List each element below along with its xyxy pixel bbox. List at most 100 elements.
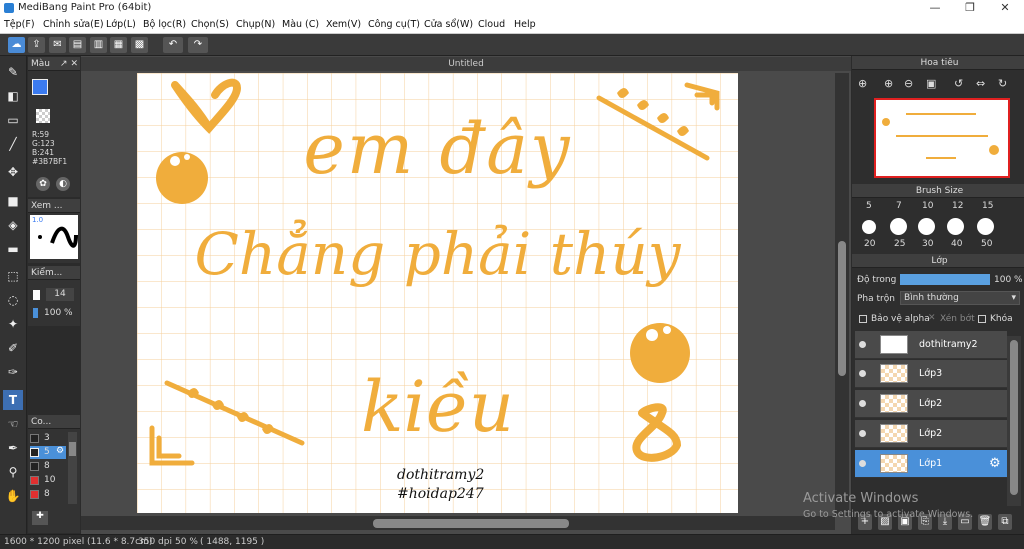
brush-size-label[interactable]: 25 bbox=[894, 239, 905, 249]
flip-icon[interactable]: ⇔ bbox=[976, 77, 985, 90]
tile-icon[interactable]: ▩ bbox=[131, 37, 148, 53]
brush-size-label[interactable]: 20 bbox=[864, 239, 875, 249]
brush-size-label[interactable]: 7 bbox=[896, 201, 902, 211]
fit-icon[interactable]: ▣ bbox=[926, 77, 936, 90]
select-pen-icon[interactable]: ✐ bbox=[3, 338, 23, 358]
cloud-icon[interactable]: ☁ bbox=[8, 37, 25, 53]
zoom-in-icon[interactable]: ⊕ bbox=[858, 77, 867, 90]
gear-icon[interactable]: ⚙ bbox=[56, 446, 64, 456]
brush-size-label[interactable]: 12 bbox=[952, 201, 963, 211]
export-icon[interactable]: ⇪ bbox=[28, 37, 45, 53]
redo-icon[interactable]: ↷ bbox=[188, 37, 208, 53]
brush-size-label[interactable]: 15 bbox=[982, 201, 993, 211]
layer-row[interactable]: Lớp3 bbox=[855, 360, 1007, 388]
layer-row-selected[interactable]: Lớp1 ⚙ bbox=[855, 450, 1007, 478]
operation-tool-icon[interactable]: ☜ bbox=[3, 414, 23, 434]
panel-close-icon[interactable]: ↗ ✕ bbox=[60, 57, 78, 71]
magic-wand-icon[interactable]: ✦ bbox=[3, 314, 23, 334]
visibility-icon[interactable] bbox=[859, 370, 866, 377]
lasso-tool-icon[interactable]: ◌ bbox=[3, 290, 23, 310]
zoom-in-icon[interactable]: ⊕ bbox=[884, 77, 893, 90]
navigator-thumbnail[interactable] bbox=[874, 98, 1010, 178]
brush-size-label[interactable]: 40 bbox=[951, 239, 962, 249]
brush-size-label[interactable]: 10 bbox=[922, 201, 933, 211]
blend-mode-select[interactable]: Bình thường ▾ bbox=[900, 291, 1020, 305]
color-list-scrollbar[interactable] bbox=[68, 432, 77, 504]
rectangle-tool-icon[interactable]: ▭ bbox=[3, 110, 23, 130]
clipping-icon[interactable]: ✕ bbox=[928, 313, 936, 323]
dropper-tool-icon[interactable]: ✒ bbox=[3, 438, 23, 458]
menu-select[interactable]: Chọn(S) bbox=[191, 19, 229, 30]
color-list-item[interactable]: 10 bbox=[30, 474, 66, 487]
rotate-right-icon[interactable]: ↻ bbox=[998, 77, 1007, 90]
menu-layer[interactable]: Lớp(L) bbox=[106, 19, 136, 30]
layer-row[interactable]: Lớp2 bbox=[855, 420, 1007, 448]
palette-icon[interactable]: ✿ bbox=[36, 177, 50, 191]
layer-row[interactable]: dothitramy2 bbox=[855, 331, 1007, 359]
menu-tools[interactable]: Công cụ(T) bbox=[368, 19, 420, 30]
close-button[interactable]: ✕ bbox=[990, 1, 1020, 14]
layer-row[interactable]: Lớp2 bbox=[855, 390, 1007, 418]
menu-color[interactable]: Màu (C) bbox=[282, 19, 319, 30]
zoom-out-icon[interactable]: ⊖ bbox=[904, 77, 913, 90]
protect-alpha-checkbox[interactable] bbox=[859, 315, 867, 323]
transparent-swatch[interactable] bbox=[36, 109, 50, 123]
brush-size-label[interactable]: 50 bbox=[981, 239, 992, 249]
eyedropper-icon[interactable]: ⚲ bbox=[3, 462, 23, 482]
grid-icon[interactable]: ▦ bbox=[110, 37, 127, 53]
brush-size-dot[interactable] bbox=[862, 220, 876, 234]
foreground-color-swatch[interactable] bbox=[32, 79, 48, 95]
note-icon[interactable]: ▤ bbox=[69, 37, 86, 53]
brush-size-dot[interactable] bbox=[890, 218, 907, 235]
color-list-item[interactable]: 8 bbox=[30, 460, 66, 473]
drawing-canvas[interactable]: em đây Chẳng phải thúy kiều dothitramy2 … bbox=[137, 73, 738, 513]
select-tool-icon[interactable]: ⬚ bbox=[3, 266, 23, 286]
brush-size-label[interactable]: 5 bbox=[866, 201, 872, 211]
gradient-tool-icon[interactable]: ▬ bbox=[3, 239, 23, 259]
undo-icon[interactable]: ↶ bbox=[163, 37, 183, 53]
move-tool-icon[interactable]: ✥ bbox=[3, 162, 23, 182]
layer-opacity-slider[interactable] bbox=[900, 274, 990, 285]
brush-size-dot[interactable] bbox=[977, 218, 994, 235]
menu-help[interactable]: Help bbox=[514, 19, 536, 30]
brush-opacity-value[interactable]: 100 % bbox=[44, 308, 73, 318]
fill-rect-tool-icon[interactable]: ■ bbox=[3, 191, 23, 211]
brush-size-dot[interactable] bbox=[947, 218, 964, 235]
text-tool-icon[interactable]: T bbox=[3, 390, 23, 410]
bucket-tool-icon[interactable]: ◈ bbox=[3, 215, 23, 235]
menu-cloud[interactable]: Cloud bbox=[478, 19, 505, 30]
brush-tool-icon[interactable]: ✎ bbox=[3, 62, 23, 82]
layer-list-scrollbar[interactable] bbox=[1007, 336, 1021, 506]
brush-size-dot[interactable] bbox=[918, 218, 935, 235]
line-tool-icon[interactable]: ╱ bbox=[3, 134, 23, 154]
select-eraser-icon[interactable]: ✑ bbox=[3, 362, 23, 382]
menu-filter[interactable]: Bộ lọc(R) bbox=[143, 19, 186, 30]
gear-icon[interactable]: ⚙ bbox=[989, 456, 1001, 471]
visibility-icon[interactable] bbox=[859, 341, 866, 348]
visibility-icon[interactable] bbox=[859, 430, 866, 437]
color-list-item[interactable]: 8 bbox=[30, 488, 66, 501]
document-tab[interactable]: Untitled bbox=[81, 57, 851, 71]
brush-size-label[interactable]: 30 bbox=[922, 239, 933, 249]
maximize-button[interactable]: ❐ bbox=[955, 1, 985, 14]
comment-icon[interactable]: ✉ bbox=[49, 37, 66, 53]
rotate-left-icon[interactable]: ↺ bbox=[954, 77, 963, 90]
eraser-tool-icon[interactable]: ◧ bbox=[3, 86, 23, 106]
document-icon[interactable]: ▥ bbox=[90, 37, 107, 53]
menu-edit[interactable]: Chỉnh sửa(E) bbox=[43, 19, 104, 30]
lock-checkbox[interactable] bbox=[978, 315, 986, 323]
color-list-item[interactable]: 3 bbox=[30, 432, 66, 445]
horizontal-scrollbar[interactable] bbox=[81, 516, 835, 530]
menu-file[interactable]: Tệp(F) bbox=[4, 19, 35, 30]
visibility-icon[interactable] bbox=[859, 460, 866, 467]
vertical-scrollbar[interactable] bbox=[835, 73, 849, 516]
menu-capture[interactable]: Chụp(N) bbox=[236, 19, 275, 30]
add-color-icon[interactable]: ✚ bbox=[32, 511, 48, 525]
brush-size-value[interactable]: 14 bbox=[46, 288, 74, 301]
menu-view[interactable]: Xem(V) bbox=[326, 19, 361, 30]
minimize-button[interactable]: — bbox=[920, 1, 950, 14]
visibility-icon[interactable] bbox=[859, 400, 866, 407]
menu-window[interactable]: Cửa sổ(W) bbox=[424, 19, 473, 30]
hand-tool-icon[interactable]: ✋ bbox=[3, 486, 23, 506]
color-wheel-icon[interactable]: ◐ bbox=[56, 177, 70, 191]
